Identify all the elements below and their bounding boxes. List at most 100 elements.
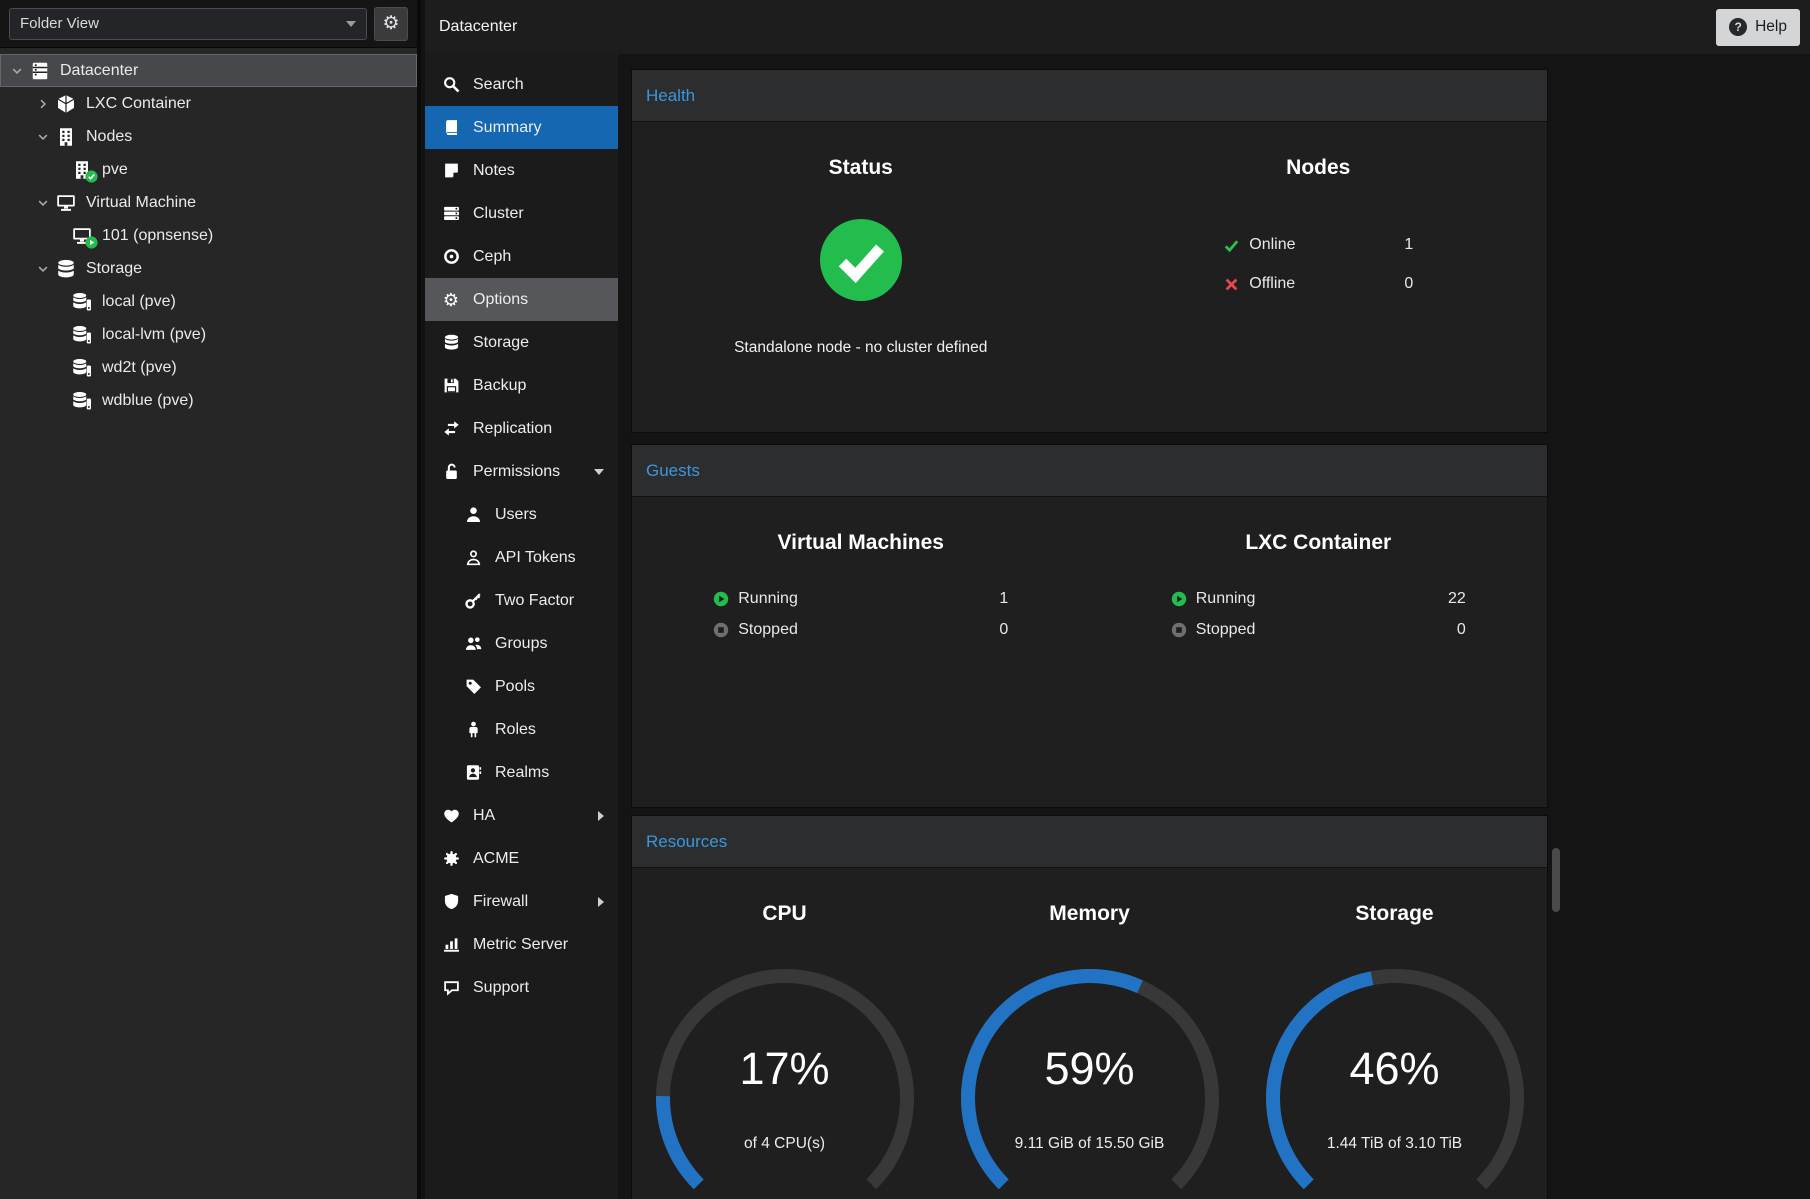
tree-item-lxc-container[interactable]: LXC Container	[0, 87, 417, 120]
nodes-offline-row: Offline 0	[1223, 275, 1413, 293]
menu-item-ceph[interactable]: Ceph	[425, 235, 618, 278]
guests-lxc-column: LXC Container Running 22 Stopped 0	[1090, 497, 1548, 807]
key-icon	[463, 591, 483, 610]
tree-item-local[interactable]: local (pve)	[0, 285, 417, 318]
database-icon	[441, 333, 461, 352]
menu-item-label: Realms	[495, 764, 549, 782]
menu-item-users[interactable]: Users	[425, 493, 618, 536]
ceph-icon	[441, 247, 461, 266]
menu-item-label: Firewall	[473, 893, 528, 911]
menu-item-realms[interactable]: Realms	[425, 751, 618, 794]
users-icon	[463, 634, 483, 653]
menu-item-roles[interactable]: Roles	[425, 708, 618, 751]
chevron-down-icon[interactable]	[36, 261, 56, 277]
menu-item-support[interactable]: Support	[425, 966, 618, 1009]
user-outline-icon	[463, 548, 483, 567]
menu-item-label: Notes	[473, 162, 515, 180]
tree-indent	[52, 294, 72, 310]
health-status-column: Status Standalone node - no cluster defi…	[632, 122, 1090, 432]
chevron-down-icon[interactable]	[10, 63, 30, 79]
tree-item-label: wdblue (pve)	[102, 392, 194, 410]
view-mode-select[interactable]: Folder View	[9, 8, 367, 40]
menu-item-pools[interactable]: Pools	[425, 665, 618, 708]
tree-item-local-lvm[interactable]: local-lvm (pve)	[0, 318, 417, 351]
tree-item-storage[interactable]: Storage	[0, 252, 417, 285]
help-button[interactable]: ? Help	[1716, 9, 1800, 46]
memory-column: Memory 59% 9.11 GiB of 15.50 GiB	[937, 868, 1242, 1199]
tree-item-virtual-machine[interactable]: Virtual Machine	[0, 186, 417, 219]
stop-circle-icon	[1171, 622, 1187, 638]
tree-indent	[52, 228, 72, 244]
tree-item-wdblue[interactable]: wdblue (pve)	[0, 384, 417, 417]
guest-state-label: Running	[738, 590, 798, 608]
guest-state-value: 0	[999, 621, 1008, 639]
sticky-note-icon	[441, 161, 461, 180]
help-label: Help	[1755, 18, 1787, 36]
node-icon	[72, 160, 98, 180]
tree-indent	[52, 162, 72, 178]
menu-item-ha[interactable]: HA	[425, 794, 618, 837]
menu-item-summary[interactable]: Summary	[425, 106, 618, 149]
menu-item-firewall[interactable]: Firewall	[425, 880, 618, 923]
vm-status-list: Running 1 Stopped 0	[713, 585, 1008, 643]
tree-item-wd2t[interactable]: wd2t (pve)	[0, 351, 417, 384]
tree-item-label: Virtual Machine	[86, 194, 196, 212]
menu-item-groups[interactable]: Groups	[425, 622, 618, 665]
tree-item-datacenter[interactable]: Datacenter	[0, 54, 417, 87]
cpu-gauge: 17% of 4 CPU(s)	[656, 969, 914, 1199]
menu-item-label: API Tokens	[495, 549, 576, 567]
floppy-icon	[441, 376, 461, 395]
node-state-value: 0	[1404, 275, 1413, 293]
guest-state-label: Running	[1196, 590, 1256, 608]
storage-heading: Storage	[1355, 902, 1433, 926]
chevron-down-icon[interactable]	[36, 195, 56, 211]
tree-settings-button[interactable]: ⚙	[374, 7, 408, 41]
chevron-down-icon[interactable]	[36, 129, 56, 145]
guests-panel-body: Virtual Machines Running 1 Stopped 0 LXC…	[632, 497, 1547, 807]
tag-icon	[463, 677, 483, 696]
memory-detail: 9.11 GiB of 15.50 GiB	[961, 1135, 1219, 1153]
menu-item-options[interactable]: ⚙ Options	[425, 278, 618, 321]
page-title: Datacenter	[425, 18, 517, 36]
menu-item-label: Cluster	[473, 205, 524, 223]
menu-item-label: Permissions	[473, 463, 560, 481]
resource-tree-panel: Folder View ⚙ Datacenter LXC Container N…	[0, 0, 421, 1199]
section-menu: Search Summary Notes Cluster Ceph ⚙ Opti…	[425, 54, 618, 1199]
seal-icon	[441, 849, 461, 868]
desktop-icon	[56, 193, 82, 213]
nodes-status-list: Online 1 Offline 0	[1223, 236, 1413, 293]
storage-column: Storage 46% 1.44 TiB of 3.10 TiB	[1242, 868, 1547, 1199]
resource-tree: Datacenter LXC Container Nodes pve Virtu…	[0, 48, 417, 417]
health-panel-header: Health	[632, 70, 1547, 122]
cluster-ok-icon	[819, 218, 903, 302]
tree-item-pve[interactable]: pve	[0, 153, 417, 186]
tree-item-nodes[interactable]: Nodes	[0, 120, 417, 153]
menu-item-acme[interactable]: ACME	[425, 837, 618, 880]
menu-item-label: Backup	[473, 377, 526, 395]
menu-item-api-tokens[interactable]: API Tokens	[425, 536, 618, 579]
storage-percent: 46%	[1266, 1043, 1524, 1095]
menu-item-metric-server[interactable]: Metric Server	[425, 923, 618, 966]
menu-item-label: Search	[473, 76, 524, 94]
menu-item-cluster[interactable]: Cluster	[425, 192, 618, 235]
view-mode-value: Folder View	[20, 15, 99, 32]
menu-item-two-factor[interactable]: Two Factor	[425, 579, 618, 622]
tree-item-label: Nodes	[86, 128, 132, 146]
tree-item-label: Storage	[86, 260, 142, 278]
chevron-right-icon[interactable]	[36, 96, 56, 112]
resources-panel: Resources CPU 17% of 4 CPU(s) Memory	[631, 815, 1548, 1199]
menu-item-storage[interactable]: Storage	[425, 321, 618, 364]
health-panel: Health Status Standalone node - no clust…	[631, 69, 1548, 433]
cluster-status-message: Standalone node - no cluster defined	[734, 339, 987, 357]
menu-item-notes[interactable]: Notes	[425, 149, 618, 192]
tree-item-101-opnsense[interactable]: 101 (opnsense)	[0, 219, 417, 252]
play-circle-icon	[713, 591, 729, 607]
menu-item-permissions[interactable]: Permissions	[425, 450, 618, 493]
guests-panel-header: Guests	[632, 445, 1547, 497]
menu-item-backup[interactable]: Backup	[425, 364, 618, 407]
menu-item-replication[interactable]: Replication	[425, 407, 618, 450]
storage-gauge: 46% 1.44 TiB of 3.10 TiB	[1266, 969, 1524, 1199]
menu-item-label: Summary	[473, 119, 541, 137]
menu-item-search[interactable]: Search	[425, 63, 618, 106]
scrollbar-thumb[interactable]	[1552, 848, 1560, 912]
